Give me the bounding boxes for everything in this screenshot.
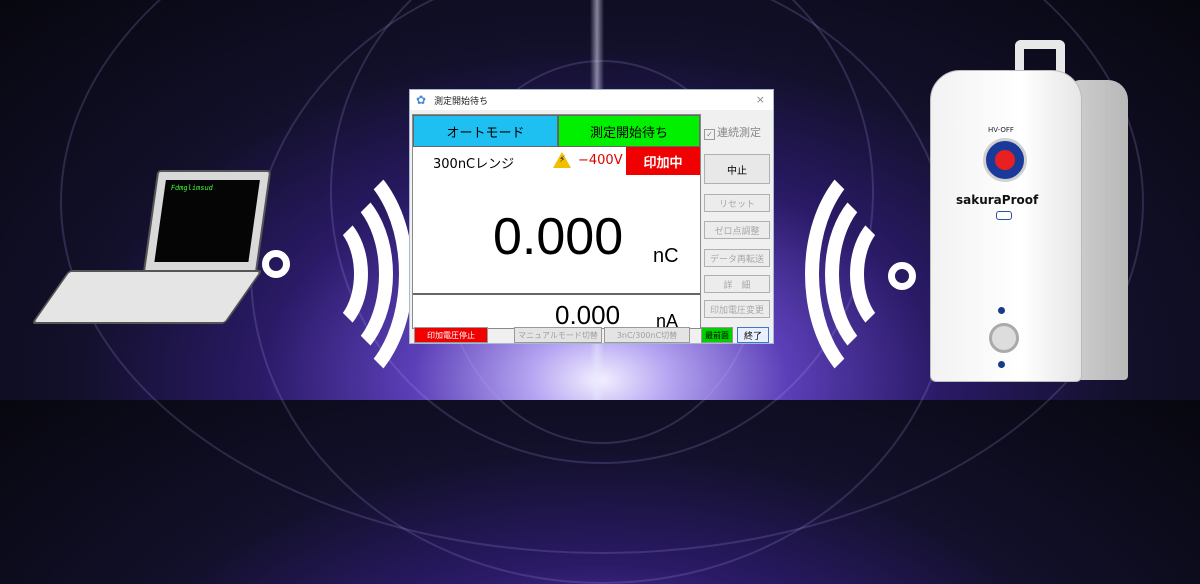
app-flower-icon: ✿	[416, 93, 427, 107]
manual-mode-switch-button[interactable]: マニュアルモード切替	[514, 327, 602, 343]
title-bar: ✿ 測定開始待ち ×	[410, 90, 773, 110]
input-port-icon	[989, 323, 1019, 353]
hv-off-label: HV-OFF	[988, 126, 1014, 134]
zero-adjust-button[interactable]: ゼロ点調整	[704, 221, 770, 239]
laptop-illustration: Fdmglimsud	[31, 170, 272, 330]
stop-button[interactable]: 中止	[704, 154, 770, 184]
front-button[interactable]: 最前面	[701, 327, 733, 343]
exit-button[interactable]: 終了	[737, 327, 769, 343]
continuous-checkbox[interactable]: ✓ 連続測定	[704, 124, 761, 140]
window-title: 測定開始待ち	[434, 97, 489, 107]
checkbox-icon: ✓	[704, 129, 715, 140]
continuous-label: 連続測定	[717, 126, 761, 139]
device-front: HV-OFF sakuraProof	[930, 70, 1082, 382]
laptop-keyboard-base	[31, 270, 263, 324]
stop-voltage-button[interactable]: 印加電圧停止	[414, 327, 488, 343]
device-brand: sakuraProof	[956, 193, 1039, 207]
range-switch-button[interactable]: 3nC/300nC切替	[604, 327, 690, 343]
divider	[413, 293, 700, 295]
charge-value: 0.000	[493, 208, 624, 266]
device-logo-icon	[996, 211, 1012, 220]
detail-button[interactable]: 詳 細	[704, 275, 770, 293]
led-icon	[998, 361, 1005, 368]
high-voltage-warning-icon: ⚡	[553, 152, 571, 168]
hv-off-button	[983, 138, 1027, 182]
bottom-toolbar: 印加電圧停止 マニュアルモード切替 3nC/300nC切替 最前面 終了	[412, 327, 772, 343]
mode-indicator: オートモード	[413, 115, 558, 147]
range-label: 300nCレンジ	[433, 157, 515, 172]
reset-button[interactable]: リセット	[704, 194, 770, 212]
charge-unit: nC	[653, 245, 679, 267]
measurement-device-illustration: HV-OFF sakuraProof	[930, 40, 1130, 382]
app-window: ✿ 測定開始待ち × オートモード 測定開始待ち 300nCレンジ ⚡ −400…	[409, 89, 774, 344]
voltage-value: −400V	[578, 153, 623, 168]
status-indicator: 測定開始待ち	[558, 115, 700, 147]
measurement-display: オートモード 測定開始待ち 300nCレンジ ⚡ −400V 印加中 0.000…	[412, 114, 701, 331]
led-icon	[998, 307, 1005, 314]
close-icon[interactable]: ×	[756, 93, 765, 106]
voltage-change-button[interactable]: 印加電圧変更	[704, 300, 770, 318]
data-resend-button[interactable]: データ再転送	[704, 249, 770, 267]
laptop-screen-text: Fdmglimsud	[170, 184, 214, 192]
applying-badge: 印加中	[626, 147, 700, 175]
